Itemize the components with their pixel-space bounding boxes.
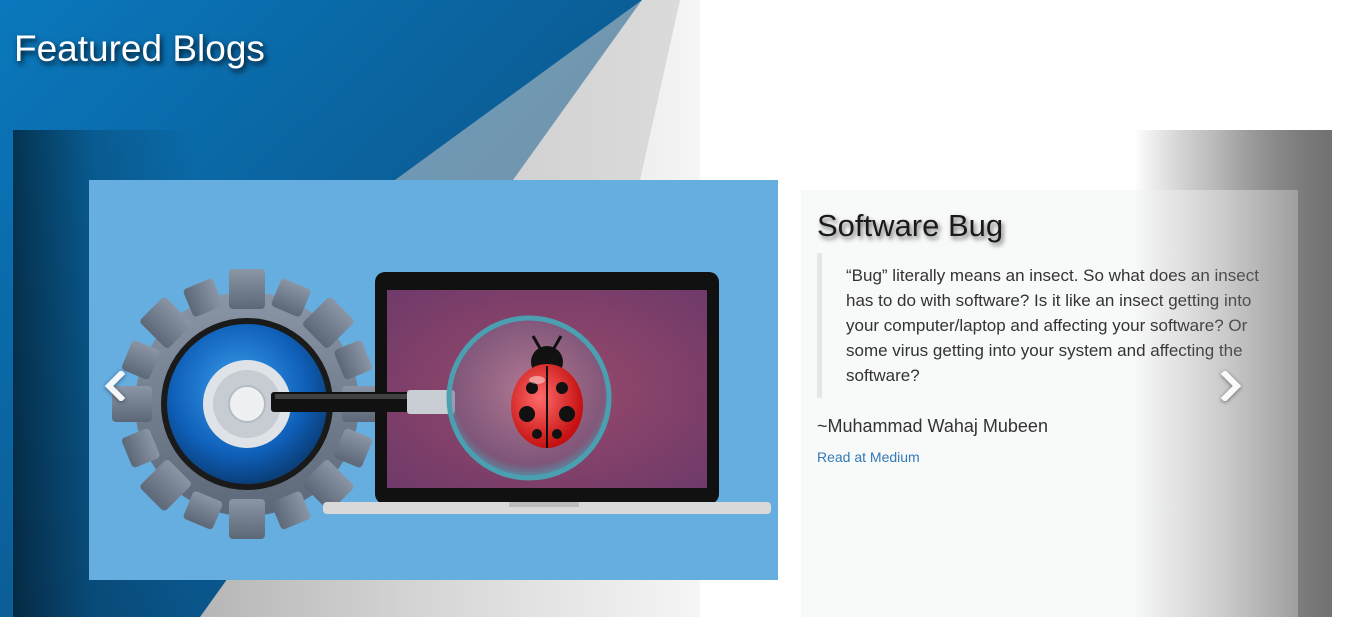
- post-title: Software Bug: [817, 208, 1004, 243]
- read-at-medium-link[interactable]: Read at Medium: [817, 449, 920, 465]
- section-title: Featured Blogs: [14, 28, 265, 69]
- carousel-next-button[interactable]: [1213, 366, 1249, 406]
- post-excerpt: “Bug” literally means an insect. So what…: [817, 253, 1266, 398]
- carousel-prev-button[interactable]: [97, 366, 133, 406]
- blog-carousel: Software Bug “Bug” literally means an in…: [13, 130, 1332, 617]
- chevron-left-icon: [104, 371, 126, 401]
- slide-image: [89, 180, 778, 580]
- post-author: ~Muhammad Wahaj Mubeen: [817, 416, 1048, 436]
- chevron-right-icon: [1220, 371, 1242, 401]
- featured-blogs-section: Featured Blogs Software Bug “Bug” litera…: [0, 0, 1347, 617]
- ladybug-bug-illustration: [112, 269, 771, 539]
